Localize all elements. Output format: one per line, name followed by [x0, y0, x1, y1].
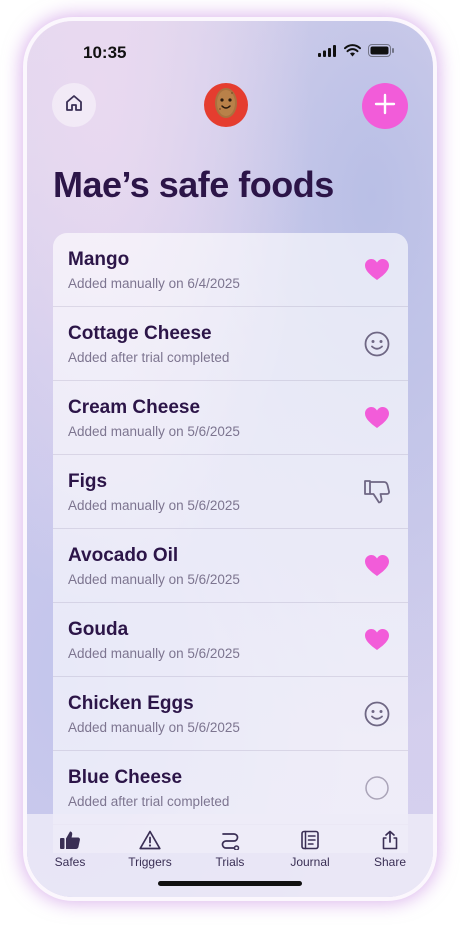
- food-subtitle: Added manually on 5/6/2025: [68, 646, 240, 661]
- top-bar: [27, 79, 433, 131]
- tab-label: Trials: [215, 855, 245, 869]
- food-subtitle: Added manually on 5/6/2025: [68, 424, 240, 439]
- status-icons: [318, 44, 395, 62]
- heart-icon[interactable]: [363, 552, 391, 580]
- avatar[interactable]: [204, 83, 248, 127]
- food-subtitle: Added manually on 6/4/2025: [68, 276, 240, 291]
- smiley-icon[interactable]: [363, 330, 391, 358]
- thumbs-up-icon: [35, 830, 105, 850]
- signal-icon: [318, 44, 337, 62]
- food-name: Mango: [68, 249, 130, 270]
- wifi-icon: [344, 44, 361, 62]
- heart-icon[interactable]: [363, 256, 391, 284]
- food-name: Cottage Cheese: [68, 323, 212, 344]
- tab-label: Safes: [54, 855, 86, 869]
- page-title: Mae’s safe foods: [53, 164, 334, 205]
- empty-circle-icon[interactable]: [363, 774, 391, 802]
- food-row-chicken-eggs[interactable]: Chicken Eggs Added manually on 5/6/2025: [53, 677, 408, 751]
- home-icon: [64, 93, 84, 118]
- warning-icon: [115, 830, 185, 850]
- tab-label: Share: [373, 855, 407, 869]
- food-row-cottage-cheese[interactable]: Cottage Cheese Added after trial complet…: [53, 307, 408, 381]
- food-name: Chicken Eggs: [68, 693, 194, 714]
- phone-screen: 10:35 Mae’s safe foods Mango Added manua…: [27, 21, 433, 897]
- tab-safes[interactable]: Safes: [35, 830, 105, 869]
- food-row-cream-cheese[interactable]: Cream Cheese Added manually on 5/6/2025: [53, 381, 408, 455]
- tab-label: Triggers: [128, 855, 172, 869]
- food-name: Gouda: [68, 619, 129, 640]
- tab-share[interactable]: Share: [355, 830, 425, 869]
- food-row-avocado-oil[interactable]: Avocado Oil Added manually on 5/6/2025: [53, 529, 408, 603]
- safe-foods-list: Mango Added manually on 6/4/2025 Cottage…: [53, 233, 408, 853]
- food-name: Avocado Oil: [68, 545, 179, 566]
- smiley-icon[interactable]: [363, 700, 391, 728]
- home-indicator[interactable]: [158, 881, 302, 886]
- food-name: Cream Cheese: [68, 397, 201, 418]
- tab-journal[interactable]: Journal: [275, 830, 345, 869]
- food-row-mango[interactable]: Mango Added manually on 6/4/2025: [53, 233, 408, 307]
- food-row-figs[interactable]: Figs Added manually on 5/6/2025: [53, 455, 408, 529]
- path-icon: [195, 830, 265, 850]
- thumbs-down-icon[interactable]: [363, 478, 391, 506]
- home-button[interactable]: [52, 83, 96, 127]
- food-name: Blue Cheese: [68, 767, 183, 788]
- food-row-gouda[interactable]: Gouda Added manually on 5/6/2025: [53, 603, 408, 677]
- tab-label: Journal: [290, 855, 330, 869]
- battery-icon: [368, 44, 395, 62]
- potato-avatar-icon: [211, 85, 241, 126]
- tab-trials[interactable]: Trials: [195, 830, 265, 869]
- journal-icon: [275, 830, 345, 850]
- food-name: Figs: [68, 471, 108, 492]
- food-subtitle: Added after trial completed: [68, 794, 230, 809]
- food-subtitle: Added manually on 5/6/2025: [68, 572, 240, 587]
- food-subtitle: Added after trial completed: [68, 350, 230, 365]
- tab-triggers[interactable]: Triggers: [115, 830, 185, 869]
- plus-icon: [374, 93, 396, 120]
- heart-icon[interactable]: [363, 404, 391, 432]
- food-subtitle: Added manually on 5/6/2025: [68, 498, 240, 513]
- status-bar: 10:35: [27, 21, 433, 81]
- food-subtitle: Added manually on 5/6/2025: [68, 720, 240, 735]
- status-time: 10:35: [83, 43, 127, 62]
- heart-icon[interactable]: [363, 626, 391, 654]
- share-icon: [355, 830, 425, 850]
- add-food-button[interactable]: [362, 83, 408, 129]
